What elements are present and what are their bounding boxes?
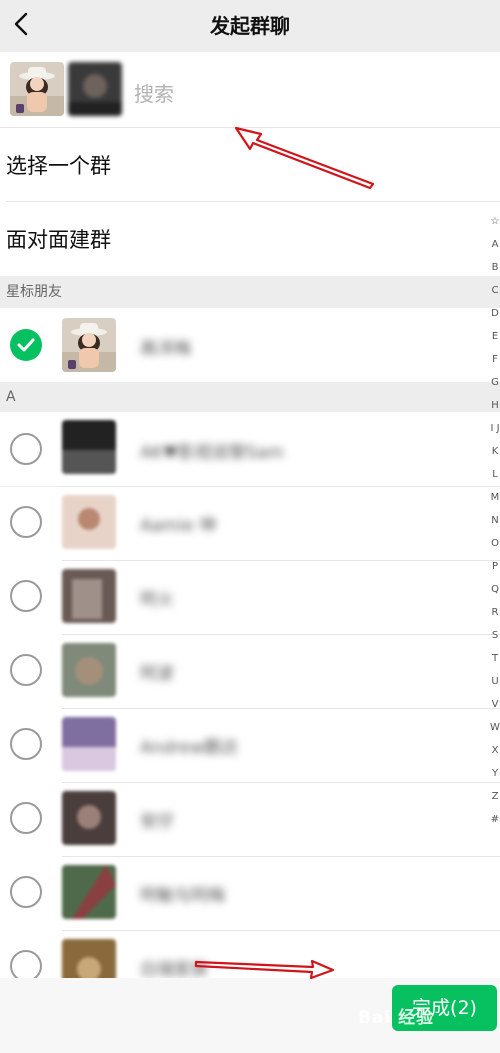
contact-row[interactable]: 安仔 [0, 783, 500, 857]
avatar [62, 420, 116, 474]
contact-name: 白瑞家族 [140, 960, 208, 977]
contact-row[interactable]: 阿波 [0, 635, 500, 709]
contact-row[interactable]: 阿火 [0, 561, 500, 635]
contact-name: AK♥影视说黎Sam [140, 443, 284, 460]
avatar [62, 318, 116, 372]
radio-icon[interactable] [10, 950, 42, 978]
contact-name: 阿波 [140, 664, 174, 681]
avatar [62, 643, 116, 697]
avatar [62, 939, 116, 978]
face-to-face-item[interactable]: 面对面建群 [0, 202, 500, 276]
radio-icon[interactable] [10, 433, 42, 465]
contact-row[interactable]: 白瑞家族 [0, 931, 500, 978]
contact-name: Andrew鹏达 [140, 738, 239, 755]
search-input[interactable]: 搜索 [134, 78, 174, 107]
nav-bar: 发起群聊 [0, 0, 500, 50]
radio-icon[interactable] [10, 802, 42, 834]
alphabet-index[interactable]: ☆ A B C D E F G H I J K L M N O P Q R S … [490, 210, 500, 890]
avatar [62, 495, 116, 549]
contact-row[interactable]: 阿敏与阿梅 [0, 857, 500, 931]
contact-row[interactable]: 高洋梅 [0, 308, 500, 382]
watermark: Bai 经验 [358, 1008, 435, 1028]
radio-icon[interactable] [10, 580, 42, 612]
radio-icon[interactable] [10, 728, 42, 760]
contact-name: 阿火 [140, 590, 174, 607]
contact-name: Aamie 坤 [140, 516, 217, 533]
avatar [62, 717, 116, 771]
contact-row[interactable]: AK♥影视说黎Sam [0, 412, 500, 486]
avatar [62, 791, 116, 845]
avatar [62, 569, 116, 623]
contact-name: 高洋梅 [140, 339, 191, 356]
contact-name: 阿敏与阿梅 [140, 886, 225, 903]
check-icon[interactable] [10, 329, 42, 361]
avatar [62, 865, 116, 919]
section-header-starred: 星标朋友 [0, 276, 500, 308]
contact-name: 安仔 [140, 812, 174, 829]
radio-icon[interactable] [10, 654, 42, 686]
search-bar[interactable]: 搜索 [0, 52, 500, 128]
face-to-face-label: 面对面建群 [6, 228, 111, 252]
contact-row[interactable]: Andrew鹏达 [0, 709, 500, 783]
radio-icon[interactable] [10, 876, 42, 908]
section-header-a: A [0, 382, 500, 412]
selected-contact-avatar[interactable] [68, 62, 122, 116]
select-group-item[interactable]: 选择一个群 [0, 128, 500, 202]
contact-row[interactable]: Aamie 坤 [0, 487, 500, 561]
page-title: 发起群聊 [210, 14, 290, 38]
selected-contact-avatar[interactable] [10, 62, 64, 116]
radio-icon[interactable] [10, 506, 42, 538]
select-group-label: 选择一个群 [6, 154, 111, 178]
